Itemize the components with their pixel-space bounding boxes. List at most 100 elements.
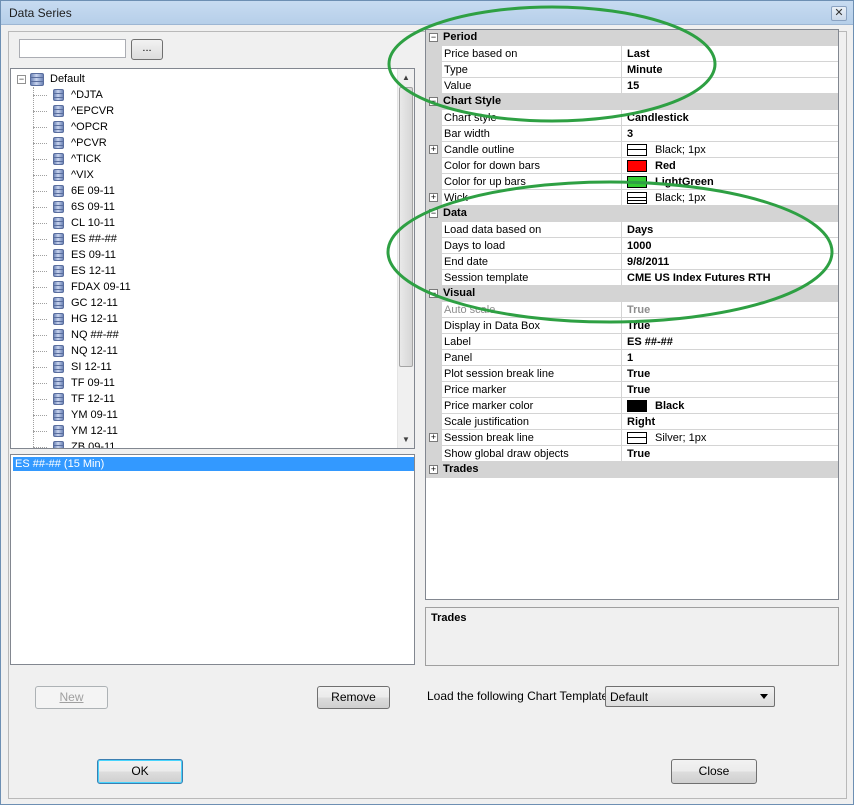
property-row[interactable]: Value 15 <box>426 78 838 94</box>
collapse-icon[interactable]: − <box>17 74 26 84</box>
tree-item[interactable]: ^DJTA <box>33 87 131 103</box>
property-row[interactable]: + Wick Black; 1px <box>426 190 838 206</box>
property-value[interactable]: Black; 1px <box>622 190 838 206</box>
property-row[interactable]: Scale justification Right <box>426 414 838 430</box>
category-period[interactable]: − Period <box>426 30 838 46</box>
property-value[interactable]: Black <box>622 398 838 414</box>
property-row[interactable]: Days to load 1000 <box>426 238 838 254</box>
search-input[interactable] <box>19 39 126 58</box>
tree-item[interactable]: TF 12-11 <box>33 391 131 407</box>
property-value[interactable]: True <box>622 302 838 318</box>
expand-icon[interactable]: + <box>429 145 438 154</box>
property-row[interactable]: Bar width 3 <box>426 126 838 142</box>
tree-item[interactable]: ES 12-11 <box>33 263 131 279</box>
tree-item[interactable]: ES ##-## <box>33 231 131 247</box>
property-value[interactable]: 9/8/2011 <box>622 254 838 270</box>
property-value[interactable]: 3 <box>622 126 838 142</box>
property-row[interactable]: Display in Data Box True <box>426 318 838 334</box>
property-row[interactable]: Type Minute <box>426 62 838 78</box>
property-value[interactable]: Last <box>622 46 838 62</box>
property-value[interactable]: True <box>622 382 838 398</box>
remove-button[interactable]: Remove <box>317 686 390 709</box>
tree-item[interactable]: ^EPCVR <box>33 103 131 119</box>
property-row[interactable]: Color for down bars Red <box>426 158 838 174</box>
tree-item[interactable]: NQ 12-11 <box>33 343 131 359</box>
property-grid[interactable]: − Period Price based on Last Type Minute Value… <box>425 29 839 600</box>
new-button[interactable]: New <box>35 686 108 709</box>
property-row[interactable]: Panel 1 <box>426 350 838 366</box>
property-value[interactable]: CME US Index Futures RTH <box>622 270 838 286</box>
dropdown-arrow-icon[interactable] <box>760 694 768 699</box>
property-value[interactable]: Black; 1px <box>622 142 838 158</box>
expand-icon[interactable]: + <box>429 433 438 442</box>
property-value[interactable]: True <box>622 366 838 382</box>
tree-scrollbar[interactable]: ▲ ▼ <box>397 69 414 448</box>
tree-item[interactable]: SI 12-11 <box>33 359 131 375</box>
tree-item[interactable]: ^TICK <box>33 151 131 167</box>
instrument-tree[interactable]: − Default ^DJTA ^EPCVR ^OPCR ^PCVR ^TICK ^VIX… <box>10 68 415 449</box>
tree-item[interactable]: ^VIX <box>33 167 131 183</box>
property-value[interactable]: Red <box>622 158 838 174</box>
tree-item[interactable]: ES 09-11 <box>33 247 131 263</box>
property-row[interactable]: Price marker color Black <box>426 398 838 414</box>
tree-item[interactable]: TF 09-11 <box>33 375 131 391</box>
property-value[interactable]: True <box>622 446 838 462</box>
ok-button[interactable]: OK <box>97 759 183 784</box>
category-data[interactable]: − Data <box>426 206 838 222</box>
property-value[interactable]: LightGreen <box>622 174 838 190</box>
property-row[interactable]: Price based on Last <box>426 46 838 62</box>
tree-item[interactable]: ^PCVR <box>33 135 131 151</box>
property-value[interactable]: Silver; 1px <box>622 430 838 446</box>
scroll-down-icon[interactable]: ▼ <box>398 431 414 448</box>
category-trades[interactable]: + Trades <box>426 462 838 478</box>
expand-icon[interactable]: + <box>429 193 438 202</box>
category-visual[interactable]: − Visual <box>426 286 838 302</box>
property-row[interactable]: Price marker True <box>426 382 838 398</box>
property-row[interactable]: End date 9/8/2011 <box>426 254 838 270</box>
tree-item[interactable]: YM 09-11 <box>33 407 131 423</box>
property-row[interactable]: Chart style Candlestick <box>426 110 838 126</box>
scroll-thumb[interactable] <box>399 87 413 367</box>
tree-item[interactable]: CL 10-11 <box>33 215 131 231</box>
collapse-icon[interactable]: − <box>429 97 438 106</box>
property-value[interactable]: Candlestick <box>622 110 838 126</box>
scroll-up-icon[interactable]: ▲ <box>398 69 414 86</box>
tree-item[interactable]: ^OPCR <box>33 119 131 135</box>
property-row[interactable]: Color for up bars LightGreen <box>426 174 838 190</box>
tree-item[interactable]: FDAX 09-11 <box>33 279 131 295</box>
tree-item[interactable]: HG 12-11 <box>33 311 131 327</box>
tree-item[interactable]: GC 12-11 <box>33 295 131 311</box>
property-value[interactable]: True <box>622 318 838 334</box>
collapse-icon[interactable]: − <box>429 209 438 218</box>
tree-root-default[interactable]: − Default <box>17 71 85 87</box>
property-row[interactable]: Label ES ##-## <box>426 334 838 350</box>
collapse-icon[interactable]: − <box>429 289 438 298</box>
tree-item[interactable]: 6S 09-11 <box>33 199 131 215</box>
property-value[interactable]: 1000 <box>622 238 838 254</box>
property-row[interactable]: + Session break line Silver; 1px <box>426 430 838 446</box>
property-value[interactable]: 15 <box>622 78 838 94</box>
property-value[interactable]: Minute <box>622 62 838 78</box>
category-chart-style[interactable]: − Chart Style <box>426 94 838 110</box>
series-list-item[interactable]: ES ##-## (15 Min) <box>13 457 414 471</box>
property-value[interactable]: Days <box>622 222 838 238</box>
property-row[interactable]: Load data based on Days <box>426 222 838 238</box>
property-value[interactable]: Right <box>622 414 838 430</box>
property-value[interactable]: ES ##-## <box>622 334 838 350</box>
property-row[interactable]: Auto scale True <box>426 302 838 318</box>
property-row[interactable]: Session template CME US Index Futures RTH <box>426 270 838 286</box>
property-row[interactable]: Show global draw objects True <box>426 446 838 462</box>
property-value[interactable]: 1 <box>622 350 838 366</box>
property-row[interactable]: Plot session break line True <box>426 366 838 382</box>
expand-icon[interactable]: + <box>429 465 438 474</box>
close-icon[interactable]: ✕ <box>831 6 847 21</box>
property-row[interactable]: + Candle outline Black; 1px <box>426 142 838 158</box>
tree-item[interactable]: NQ ##-## <box>33 327 131 343</box>
series-list[interactable]: ES ##-## (15 Min) <box>10 454 415 665</box>
tree-item[interactable]: 6E 09-11 <box>33 183 131 199</box>
tree-item[interactable]: ZB 09-11 <box>33 439 131 448</box>
collapse-icon[interactable]: − <box>429 33 438 42</box>
tree-item[interactable]: YM 12-11 <box>33 423 131 439</box>
browse-button[interactable]: ... <box>131 39 163 60</box>
chart-template-select[interactable]: Default <box>605 686 775 707</box>
